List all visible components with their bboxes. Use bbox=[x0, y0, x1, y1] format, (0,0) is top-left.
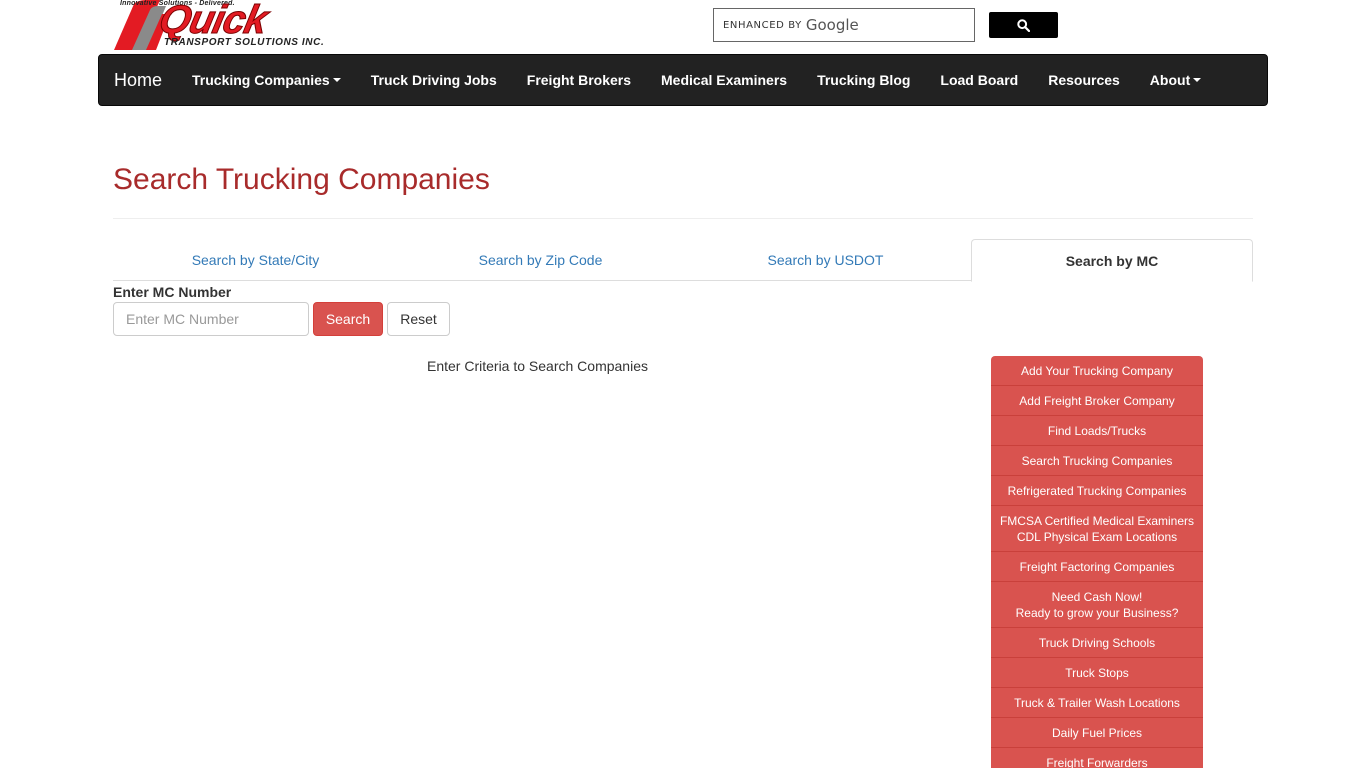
nav-load-board[interactable]: Load Board bbox=[925, 72, 1033, 88]
side-item-freight-forwarders[interactable]: Freight Forwarders bbox=[991, 748, 1203, 768]
tab-mc[interactable]: Search by MC bbox=[971, 239, 1253, 282]
google-search-input[interactable]: ENHANCED BY Google bbox=[713, 8, 975, 42]
side-item-label: Search Trucking Companies bbox=[1021, 454, 1173, 468]
search-button[interactable]: Search bbox=[313, 302, 383, 336]
main-navbar: Home Trucking Companies Truck Driving Jo… bbox=[98, 54, 1268, 106]
nav-trucking-companies[interactable]: Trucking Companies bbox=[177, 72, 356, 88]
nav-item-label: Trucking Companies bbox=[192, 72, 330, 88]
tab-state-city[interactable]: Search by State/City bbox=[113, 239, 398, 281]
side-item-label: Truck Driving Schools bbox=[1038, 636, 1156, 650]
caret-down-icon bbox=[332, 78, 341, 82]
side-item-freight-factoring[interactable]: Freight Factoring Companies bbox=[991, 552, 1203, 582]
side-item-label: Find Loads/Trucks bbox=[1047, 424, 1147, 438]
side-item-medical-examiners[interactable]: FMCSA Certified Medical Examiners CDL Phy… bbox=[991, 506, 1203, 552]
google-label: Google bbox=[805, 16, 859, 34]
side-item-label: Truck & Trailer Wash Locations bbox=[1014, 696, 1180, 710]
side-item-refrigerated-trucking[interactable]: Refrigerated Trucking Companies bbox=[991, 476, 1203, 506]
search-tabs: Search by State/City Search by Zip Code … bbox=[113, 239, 1253, 282]
page-title: Search Trucking Companies bbox=[113, 163, 490, 196]
side-item-label: Daily Fuel Prices bbox=[1051, 726, 1143, 740]
nav-item-label: Resources bbox=[1048, 72, 1120, 88]
nav-item-label: Medical Examiners bbox=[661, 72, 788, 88]
search-icon bbox=[1017, 18, 1030, 32]
side-item-search-trucking-companies[interactable]: Search Trucking Companies bbox=[991, 446, 1203, 476]
tab-usdot[interactable]: Search by USDOT bbox=[683, 239, 968, 281]
side-item-need-cash[interactable]: Need Cash Now! Ready to grow your Busines… bbox=[991, 582, 1203, 628]
side-item-label: Need Cash Now! bbox=[1051, 590, 1143, 604]
side-item-label: Add Your Trucking Company bbox=[1020, 364, 1174, 378]
title-divider bbox=[113, 218, 1253, 219]
nav-medical-examiners[interactable]: Medical Examiners bbox=[646, 72, 802, 88]
nav-item-label: Trucking Blog bbox=[817, 72, 911, 88]
logo-subtitle: TRANSPORT SOLUTIONS INC. bbox=[164, 37, 325, 48]
nav-freight-brokers[interactable]: Freight Brokers bbox=[512, 72, 646, 88]
side-item-label-line2: CDL Physical Exam Locations bbox=[1016, 530, 1178, 544]
mc-number-input[interactable] bbox=[113, 302, 309, 336]
logo-wordmark: Quick bbox=[155, 0, 272, 43]
side-item-label: Add Freight Broker Company bbox=[1019, 394, 1175, 408]
side-item-find-loads-trucks[interactable]: Find Loads/Trucks bbox=[991, 416, 1203, 446]
nav-truck-driving-jobs[interactable]: Truck Driving Jobs bbox=[356, 72, 512, 88]
side-item-label: FMCSA Certified Medical Examiners bbox=[999, 514, 1195, 528]
side-item-label: Truck Stops bbox=[1065, 666, 1129, 680]
caret-down-icon bbox=[1193, 78, 1202, 82]
google-search-button[interactable] bbox=[989, 12, 1058, 38]
nav-trucking-blog[interactable]: Trucking Blog bbox=[802, 72, 925, 88]
results-message: Enter Criteria to Search Companies bbox=[427, 358, 648, 374]
side-item-truck-stops[interactable]: Truck Stops bbox=[991, 658, 1203, 688]
nav-item-label: About bbox=[1149, 72, 1191, 88]
nav-home[interactable]: Home bbox=[99, 70, 177, 91]
side-item-label-line2: Ready to grow your Business? bbox=[1015, 606, 1179, 620]
enhanced-by-label: ENHANCED BY bbox=[723, 19, 802, 31]
nav-item-label: Freight Brokers bbox=[526, 72, 632, 88]
tab-zip-code[interactable]: Search by Zip Code bbox=[398, 239, 683, 281]
nav-resources[interactable]: Resources bbox=[1033, 72, 1135, 88]
side-item-truck-wash[interactable]: Truck & Trailer Wash Locations bbox=[991, 688, 1203, 718]
side-menu: Add Your Trucking Company Add Freight Br… bbox=[991, 356, 1203, 768]
side-item-label: Freight Forwarders bbox=[1046, 756, 1148, 768]
side-item-fuel-prices[interactable]: Daily Fuel Prices bbox=[991, 718, 1203, 748]
side-item-label: Freight Factoring Companies bbox=[1019, 560, 1175, 574]
side-item-label: Refrigerated Trucking Companies bbox=[1007, 484, 1187, 498]
side-item-truck-driving-schools[interactable]: Truck Driving Schools bbox=[991, 628, 1203, 658]
nav-item-label: Truck Driving Jobs bbox=[370, 72, 497, 88]
mc-number-label: Enter MC Number bbox=[113, 284, 232, 300]
side-item-add-freight-broker[interactable]: Add Freight Broker Company bbox=[991, 386, 1203, 416]
side-item-add-trucking-company[interactable]: Add Your Trucking Company bbox=[991, 356, 1203, 386]
nav-about[interactable]: About bbox=[1135, 72, 1216, 88]
reset-button[interactable]: Reset bbox=[387, 302, 450, 336]
nav-item-label: Load Board bbox=[940, 72, 1019, 88]
